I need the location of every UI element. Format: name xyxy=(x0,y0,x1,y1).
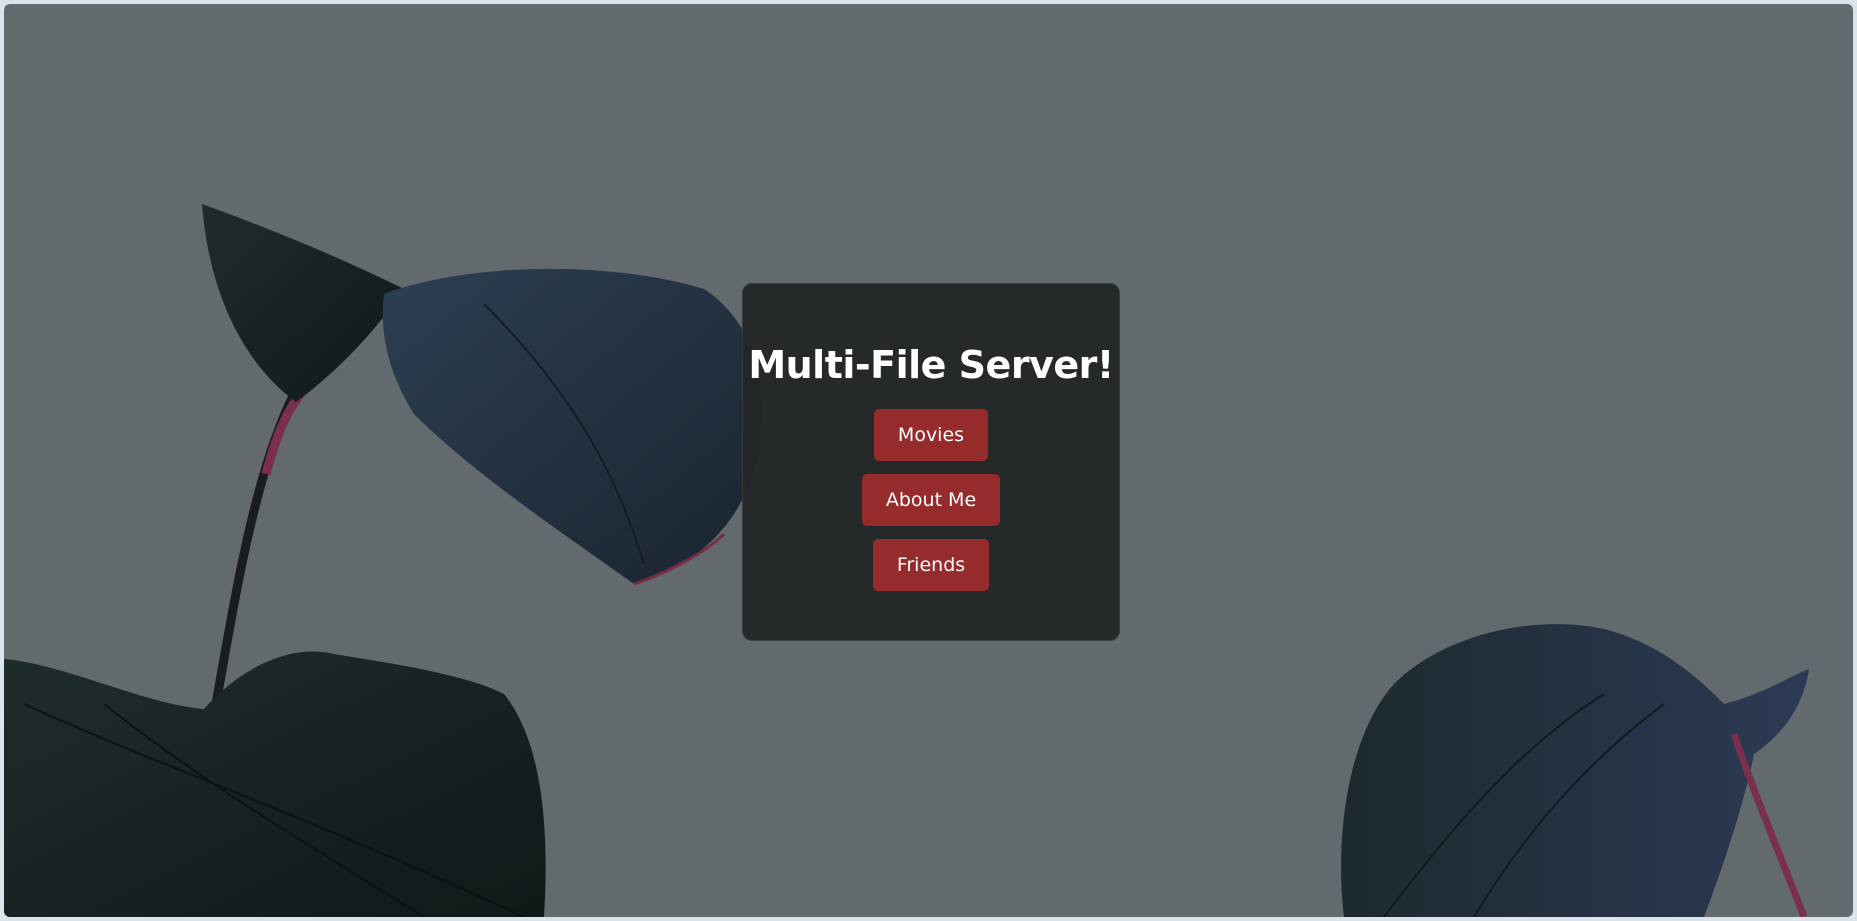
movies-button[interactable]: Movies xyxy=(873,409,989,461)
page-background: Multi-File Server! Movies About Me Frien… xyxy=(4,4,1853,917)
friends-button[interactable]: Friends xyxy=(872,539,990,591)
page-title: Multi-File Server! xyxy=(748,343,1114,387)
nav-button-list: Movies About Me Friends xyxy=(861,409,1001,591)
about-me-button[interactable]: About Me xyxy=(861,474,1001,526)
main-card: Multi-File Server! Movies About Me Frien… xyxy=(742,283,1120,641)
